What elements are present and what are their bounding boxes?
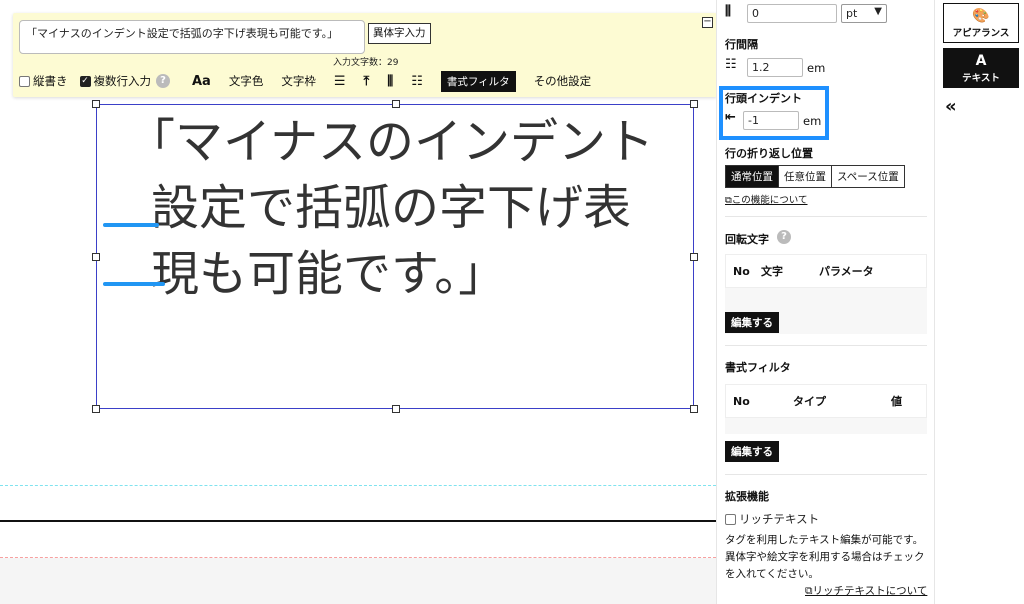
text-a-icon: A	[975, 53, 987, 69]
guide-line-black	[0, 520, 716, 522]
rich-text-help-link[interactable]: ⧉リッチテキストについて	[805, 583, 927, 598]
font-icon[interactable]: Aa	[192, 74, 211, 89]
chevron-down-icon: ▼	[874, 6, 882, 17]
palette-icon: 🎨	[972, 8, 990, 24]
help-icon[interactable]: ?	[156, 74, 170, 88]
line-spacing-unit: em	[807, 61, 826, 75]
frame-text-line-3: 現も可能です。」	[151, 246, 507, 302]
panel-collapse-icon[interactable]: «	[945, 96, 957, 117]
align-top-icon[interactable]: ⤒	[364, 74, 370, 89]
rotate-col-char: 文字	[761, 265, 783, 278]
text-mode-label: テキスト	[962, 73, 1000, 84]
vertical-writing-toggle[interactable]: 縦書き	[19, 73, 68, 89]
wrap-help-link[interactable]: ⧉この機能について	[725, 192, 808, 206]
filter-table-body	[725, 418, 927, 434]
wrap-position-label: 行の折り返し位置	[725, 147, 813, 160]
resize-handle-b[interactable]	[392, 405, 400, 413]
resize-handle-tl[interactable]	[92, 100, 100, 108]
guide-line-cyan	[0, 485, 716, 486]
line-spacing-icon: ☷	[725, 57, 737, 72]
appearance-button[interactable]: 🎨 アピアランス	[943, 3, 1019, 43]
indent-unit: em	[803, 114, 822, 128]
external-link-icon: ⧉	[805, 585, 813, 597]
format-filter-label: 書式フィルタ	[725, 361, 791, 374]
multiline-toggle[interactable]: ✓ 複数行入力 ?	[79, 73, 170, 89]
multiline-label: 複数行入力	[93, 74, 152, 88]
rich-text-help-link-text[interactable]: リッチテキストについて	[813, 585, 928, 597]
text-mode-button[interactable]: A テキスト	[943, 48, 1019, 88]
properties-panel: ⫼ 0 pt ▼ 行間隔 ☷ 1.2 em 行頭インデント ⇤ -1 em 行の…	[716, 0, 934, 604]
rotate-col-param: パラメータ	[819, 265, 874, 278]
text-toolbar: 「マイナスのインデント設定で括弧の字下げ表現も可能です。」 異体字入力 − 入力…	[13, 13, 717, 97]
other-settings-button[interactable]: その他設定	[534, 73, 592, 89]
letter-spacing-input[interactable]: 0	[747, 4, 837, 23]
format-filter-button[interactable]: 書式フィルタ	[440, 70, 516, 92]
wrap-option-normal[interactable]: 通常位置	[726, 166, 779, 187]
rich-text-checkbox[interactable]	[725, 513, 736, 525]
resize-handle-br[interactable]	[690, 405, 698, 413]
vertical-writing-checkbox[interactable]	[19, 75, 30, 87]
vertical-writing-label: 縦書き	[33, 74, 68, 88]
rotate-col-no: No	[733, 264, 750, 278]
resize-handle-l[interactable]	[92, 253, 100, 261]
filter-edit-button[interactable]: 編集する	[725, 441, 779, 462]
divider	[725, 345, 927, 346]
text-content-input[interactable]: 「マイナスのインデント設定で括弧の字下げ表現も可能です。」	[19, 20, 365, 54]
resize-handle-r[interactable]	[690, 253, 698, 261]
indent-input[interactable]: -1	[743, 111, 799, 130]
line-spacing-label: 行間隔	[725, 38, 758, 51]
rotate-label: 回転文字	[725, 233, 769, 246]
text-border-button[interactable]: 文字枠	[281, 73, 316, 89]
mode-sidebar: 🎨 アピアランス A テキスト «	[934, 0, 1024, 604]
frame-text-line-1: 「マイナスのインデント	[127, 114, 655, 170]
rich-text-label: リッチテキスト	[739, 512, 820, 526]
wrap-option-space[interactable]: スペース位置	[832, 166, 904, 187]
line-spacing-input[interactable]: 1.2	[747, 58, 803, 77]
rich-text-toggle[interactable]: リッチテキスト	[725, 511, 819, 527]
resize-handle-bl[interactable]	[92, 405, 100, 413]
indent-icon: ⇤	[725, 110, 736, 125]
resize-handle-tr[interactable]	[690, 100, 698, 108]
guide-line-red	[0, 557, 716, 558]
filter-col-value: 値	[891, 395, 902, 408]
appearance-label: アピアランス	[952, 28, 1010, 39]
indent-marker-1	[103, 223, 159, 227]
filter-table-header: No タイプ 値	[725, 384, 927, 418]
align-left-icon[interactable]: ☰	[334, 74, 346, 89]
filter-col-type: タイプ	[793, 395, 826, 408]
text-frame[interactable]: 「マイナスのインデント 設定で括弧の字下げ表 現も可能です。」	[92, 100, 698, 413]
extension-label: 拡張機能	[725, 490, 769, 503]
rotate-table-header: No 文字 パラメータ	[725, 254, 927, 288]
rich-text-description: タグを利用したテキスト編集が可能です。異体字や絵文字を利用する場合はチェックを入…	[725, 534, 925, 580]
itaiji-input-button[interactable]: 異体字入力	[368, 23, 431, 44]
indent-marker-2	[103, 282, 165, 286]
letter-spacing-icon: ⫼	[725, 4, 731, 19]
divider	[725, 474, 927, 475]
letter-spacing-icon[interactable]: ⫼	[387, 74, 393, 89]
multiline-checkbox[interactable]: ✓	[79, 75, 91, 87]
external-link-icon: ⧉	[725, 195, 732, 206]
rotate-help-icon[interactable]: ?	[777, 230, 791, 244]
wrap-option-custom[interactable]: 任意位置	[779, 166, 832, 187]
char-count-label: 入力文字数：29	[333, 58, 399, 68]
wrap-help-link-text[interactable]: この機能について	[732, 195, 808, 206]
frame-text-content: 「マイナスのインデント 設定で括弧の字下げ表 現も可能です。」	[127, 109, 687, 307]
canvas-bleed-area	[0, 558, 716, 604]
toolbar-collapse-icon[interactable]: −	[702, 17, 713, 28]
indent-label: 行頭インデント	[725, 92, 802, 105]
filter-col-no: No	[733, 394, 750, 408]
wrap-position-selector: 通常位置 任意位置 スペース位置	[725, 165, 905, 188]
rotate-edit-button[interactable]: 編集する	[725, 312, 779, 333]
resize-handle-t[interactable]	[392, 100, 400, 108]
spacing-unit-value: pt	[846, 7, 858, 20]
spacing-unit-select[interactable]: pt ▼	[841, 4, 887, 23]
line-spacing-icon[interactable]: ☷	[411, 74, 423, 89]
toolbar-row: 縦書き ✓ 複数行入力 ? Aa 文字色 文字枠 ☰ ⤒ ⫼ ☷ 書式フィルタ …	[19, 70, 609, 92]
text-color-button[interactable]: 文字色	[229, 73, 264, 89]
frame-text-line-2: 設定で括弧の字下げ表	[151, 180, 632, 236]
divider	[725, 216, 927, 217]
